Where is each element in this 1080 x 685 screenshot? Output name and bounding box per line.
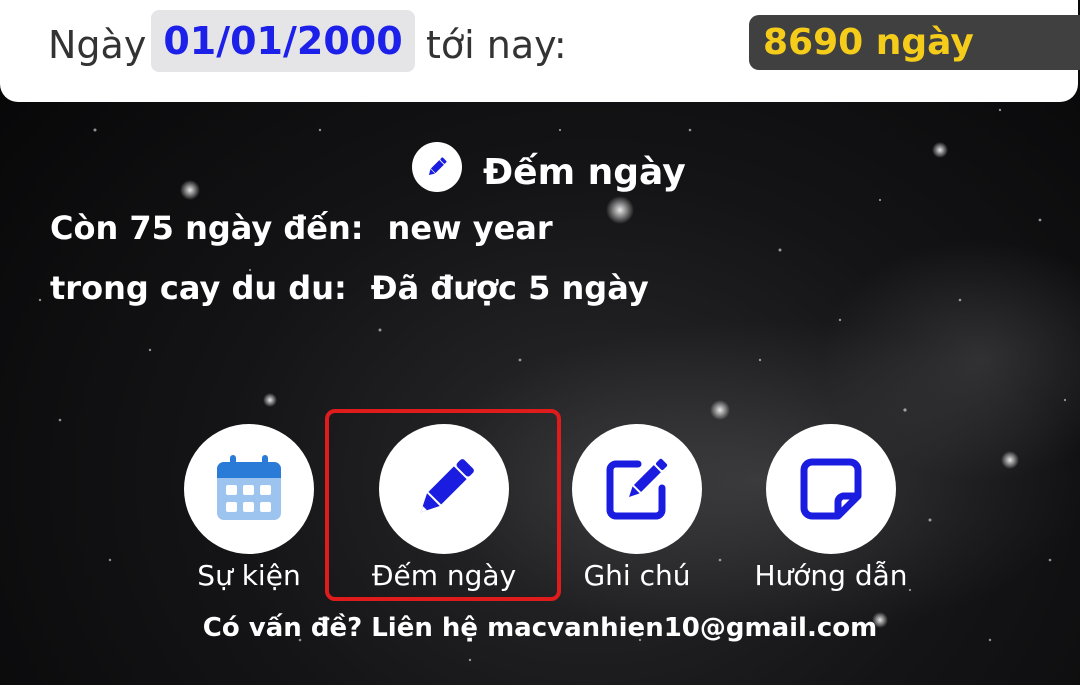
counter-row: Còn 75 ngày đến: new year — [50, 208, 553, 248]
nav-label: Ghi chú — [583, 559, 691, 592]
counter-value: Đã được 5 ngày — [370, 269, 649, 307]
counter-label: Còn 75 ngày đến: — [50, 209, 364, 247]
edit-note-icon — [606, 458, 668, 520]
nav-item-events[interactable]: Sự kiện — [159, 424, 339, 594]
nav-circle[interactable] — [766, 424, 896, 554]
nav-circle[interactable] — [572, 424, 702, 554]
day-count-badge: 8690 ngày — [749, 15, 1080, 70]
date-prefix-label: Ngày — [48, 23, 147, 67]
nav-label: Hướng dẫn — [754, 559, 908, 592]
date-summary-card: Ngày 01/01/2000 tới nay: 8690 ngày — [0, 0, 1080, 102]
nav-item-guide[interactable]: Hướng dẫn — [741, 424, 921, 594]
start-date-button[interactable]: 01/01/2000 — [151, 10, 415, 72]
pencil-icon — [412, 142, 462, 192]
date-suffix-label: tới nay: — [426, 23, 567, 67]
nav-item-notes[interactable]: Ghi chú — [547, 424, 727, 594]
calendar-icon — [217, 455, 281, 520]
contact-text: Có vấn đề? Liên hệ macvanhien10@gmail.co… — [202, 613, 878, 643]
nav-circle[interactable] — [184, 424, 314, 554]
counter-row: trong cay du du: Đã được 5 ngày — [50, 268, 649, 308]
counter-value: new year — [387, 209, 553, 247]
section-title: Đếm ngày — [483, 152, 686, 193]
sticky-note-icon — [800, 458, 862, 520]
selected-nav-highlight — [325, 409, 561, 601]
counter-label: trong cay du du: — [50, 269, 347, 307]
nav-label: Sự kiện — [197, 559, 301, 592]
